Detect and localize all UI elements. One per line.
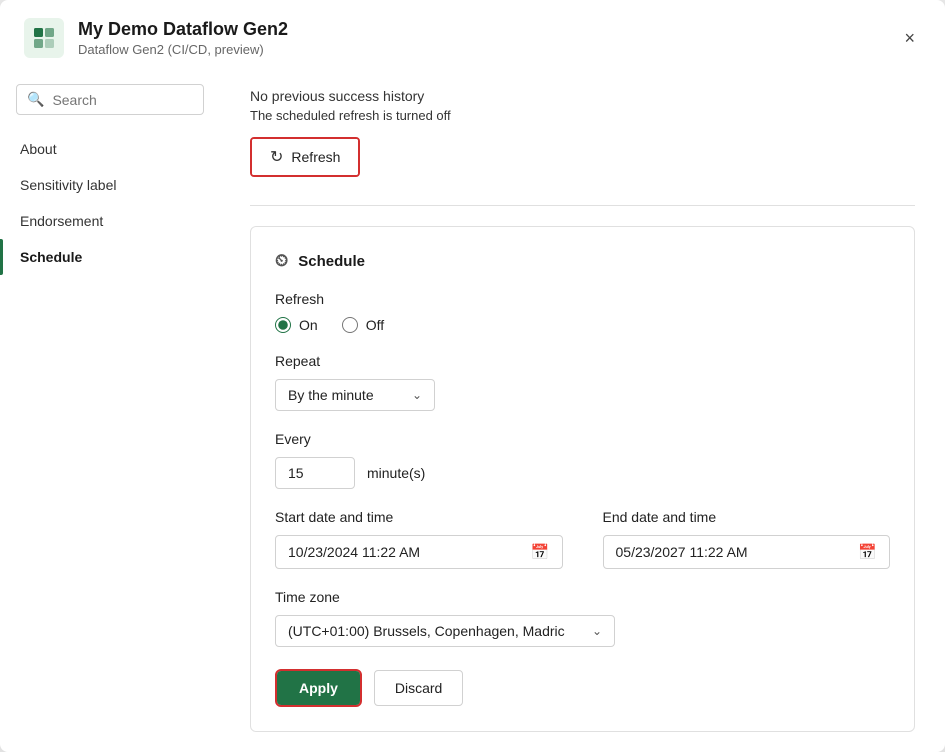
calendar-icon-start: 📅 <box>531 543 550 561</box>
apply-button-wrapper: Apply <box>275 669 362 707</box>
timezone-chevron-icon: ⌄ <box>592 624 602 638</box>
sidebar-item-schedule-label: Schedule <box>20 249 82 265</box>
main-content: No previous success history The schedule… <box>220 68 945 752</box>
schedule-card-title: ⏲ Schedule <box>275 251 890 271</box>
every-label: Every <box>275 431 890 447</box>
close-button[interactable]: × <box>898 22 921 55</box>
discard-button[interactable]: Discard <box>374 670 463 706</box>
timezone-dropdown[interactable]: (UTC+01:00) Brussels, Copenhagen, Madric… <box>275 615 615 647</box>
close-icon: × <box>904 28 915 49</box>
every-row: minute(s) <box>275 457 890 489</box>
repeat-label: Repeat <box>275 353 890 369</box>
end-date-label: End date and time <box>603 509 891 525</box>
start-date-input[interactable]: 10/23/2024 11:22 AM 📅 <box>275 535 563 569</box>
dialog-title: My Demo Dataflow Gen2 <box>78 19 898 41</box>
repeat-value: By the minute <box>288 387 374 403</box>
refresh-button-label: Refresh <box>291 149 340 165</box>
end-date-input[interactable]: 05/23/2027 11:22 AM 📅 <box>603 535 891 569</box>
schedule-card: ⏲ Schedule Refresh On Off <box>250 226 915 732</box>
refresh-off-text: The scheduled refresh is turned off <box>250 108 915 123</box>
every-number-input[interactable] <box>275 457 355 489</box>
refresh-button-wrapper: ↻ Refresh <box>250 137 360 177</box>
timezone-value: (UTC+01:00) Brussels, Copenhagen, Madric <box>288 623 565 639</box>
sidebar-item-sensitivity-label-text: Sensitivity label <box>20 177 117 193</box>
search-box[interactable]: 🔍 <box>16 84 204 115</box>
sidebar-item-about-label: About <box>20 141 57 157</box>
refresh-radio-group: On Off <box>275 317 890 333</box>
sidebar: 🔍 About Sensitivity label Endorsement Sc… <box>0 68 220 752</box>
section-divider <box>250 205 915 206</box>
sidebar-item-about[interactable]: About <box>0 131 220 167</box>
dialog-header: My Demo Dataflow Gen2 Dataflow Gen2 (CI/… <box>0 0 945 68</box>
chevron-down-icon: ⌄ <box>412 388 422 402</box>
sidebar-item-schedule[interactable]: Schedule <box>0 239 220 275</box>
header-text: My Demo Dataflow Gen2 Dataflow Gen2 (CI/… <box>78 19 898 58</box>
no-history-text: No previous success history <box>250 88 915 104</box>
start-date-label: Start date and time <box>275 509 563 525</box>
start-date-value: 10/23/2024 11:22 AM <box>288 544 420 560</box>
date-time-row: Start date and time 10/23/2024 11:22 AM … <box>275 509 890 569</box>
timezone-section: Time zone (UTC+01:00) Brussels, Copenhag… <box>275 589 890 647</box>
timezone-label: Time zone <box>275 589 890 605</box>
clock-icon: ⏲ <box>275 251 288 271</box>
calendar-icon-end: 📅 <box>858 543 877 561</box>
dialog-body: 🔍 About Sensitivity label Endorsement Sc… <box>0 68 945 752</box>
search-icon: 🔍 <box>27 91 44 108</box>
end-date-field: End date and time 05/23/2027 11:22 AM 📅 <box>603 509 891 569</box>
every-section: Every minute(s) <box>275 431 890 489</box>
repeat-section: Repeat By the minute ⌄ <box>275 353 890 411</box>
sidebar-item-sensitivity-label[interactable]: Sensitivity label <box>0 167 220 203</box>
start-date-field: Start date and time 10/23/2024 11:22 AM … <box>275 509 563 569</box>
refresh-icon: ↻ <box>270 147 283 167</box>
refresh-field-label: Refresh <box>275 291 890 307</box>
apply-button[interactable]: Apply <box>277 671 360 705</box>
refresh-toggle-section: Refresh On Off <box>275 291 890 333</box>
schedule-title-text: Schedule <box>298 253 365 270</box>
refresh-off-radio[interactable] <box>342 317 358 333</box>
refresh-on-radio[interactable] <box>275 317 291 333</box>
refresh-off-label: Off <box>366 317 384 333</box>
sidebar-item-endorsement[interactable]: Endorsement <box>0 203 220 239</box>
repeat-dropdown[interactable]: By the minute ⌄ <box>275 379 435 411</box>
search-input[interactable] <box>52 92 193 108</box>
sidebar-item-endorsement-label: Endorsement <box>20 213 103 229</box>
main-dialog: My Demo Dataflow Gen2 Dataflow Gen2 (CI/… <box>0 0 945 752</box>
actions-row: Apply Discard <box>275 669 890 707</box>
end-date-value: 05/23/2027 11:22 AM <box>616 544 748 560</box>
dialog-subtitle: Dataflow Gen2 (CI/CD, preview) <box>78 42 898 57</box>
app-icon <box>24 18 64 58</box>
refresh-button[interactable]: ↻ Refresh <box>252 139 358 175</box>
refresh-off-option[interactable]: Off <box>342 317 384 333</box>
every-unit-label: minute(s) <box>367 465 425 481</box>
refresh-on-label: On <box>299 317 318 333</box>
refresh-on-option[interactable]: On <box>275 317 318 333</box>
